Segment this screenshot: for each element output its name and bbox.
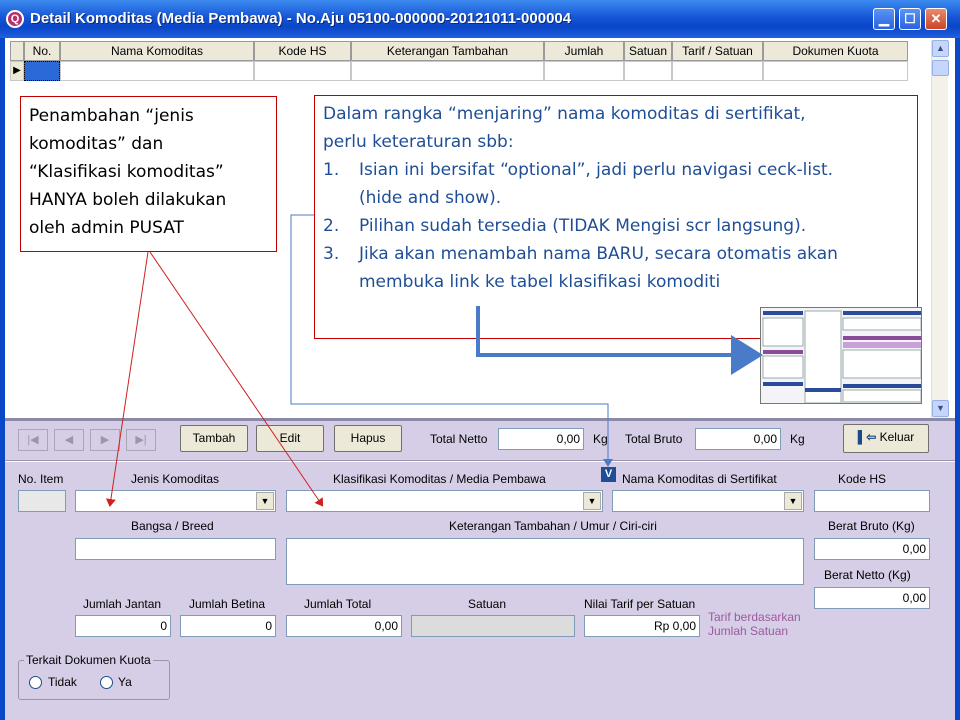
annotation-arrows: [105, 214, 763, 507]
arrow-to-klasifikasi: [149, 251, 324, 507]
arrow-to-v-badge: [290, 214, 613, 467]
arrow-to-jenis: [105, 251, 149, 507]
arrow-to-thumbnail: [476, 306, 763, 375]
